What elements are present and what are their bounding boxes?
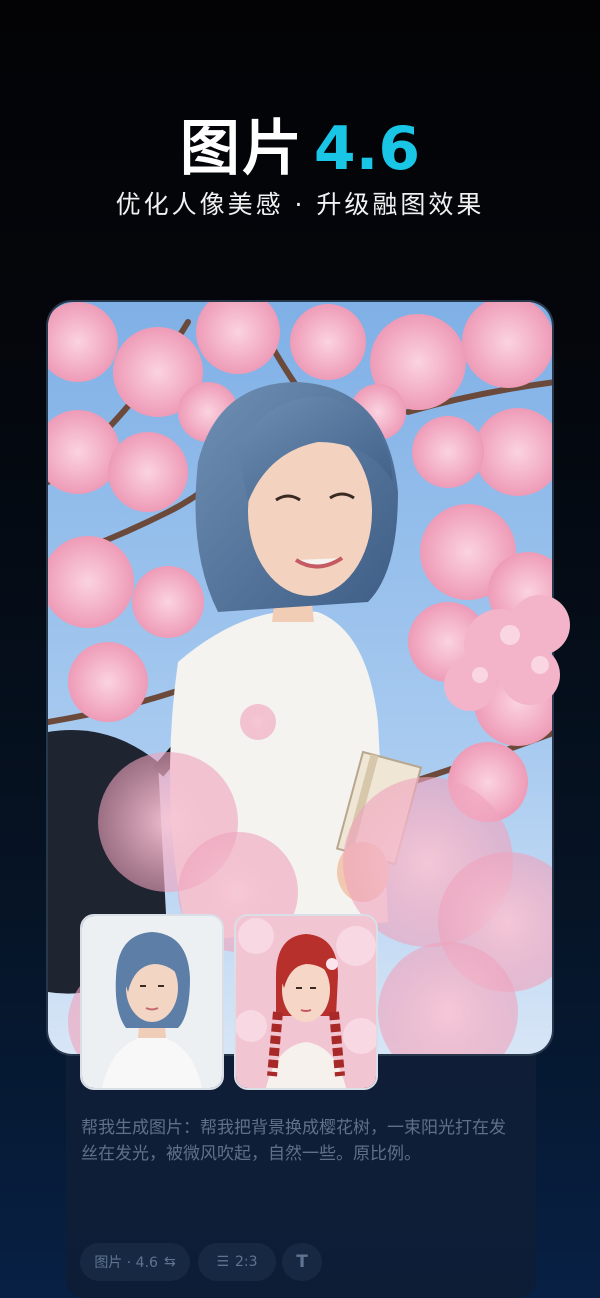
reference-image-2[interactable] (234, 914, 378, 1090)
prompt-text[interactable]: 帮我生成图片：帮我把背景换成樱花树，一束阳光打在发丝在发光，被微风吹起，自然一些… (81, 1115, 521, 1167)
title-version: 4.6 (313, 114, 421, 184)
page-subtitle: 优化人像美感 · 升级融图效果 (115, 190, 485, 219)
model-selector-button[interactable]: 图片 · 4.6 ⇆ (80, 1243, 190, 1281)
model-chip-label: 图片 · 4.6 (94, 1255, 158, 1271)
ratio-selector-button[interactable]: ☰ 2:3 (198, 1243, 276, 1281)
ratio-chip-label: 2:3 (235, 1254, 258, 1270)
swap-arrows-icon: ⇆ (163, 1254, 176, 1270)
title-text: 图片 (179, 114, 304, 184)
sliders-icon: ☰ (216, 1254, 230, 1270)
text-style-button[interactable]: T (282, 1243, 322, 1281)
blossom-overflow (444, 595, 570, 711)
text-size-icon: T (296, 1252, 308, 1272)
reference-image-1[interactable] (80, 914, 224, 1090)
page-title: 图片 4.6 (0, 100, 600, 187)
